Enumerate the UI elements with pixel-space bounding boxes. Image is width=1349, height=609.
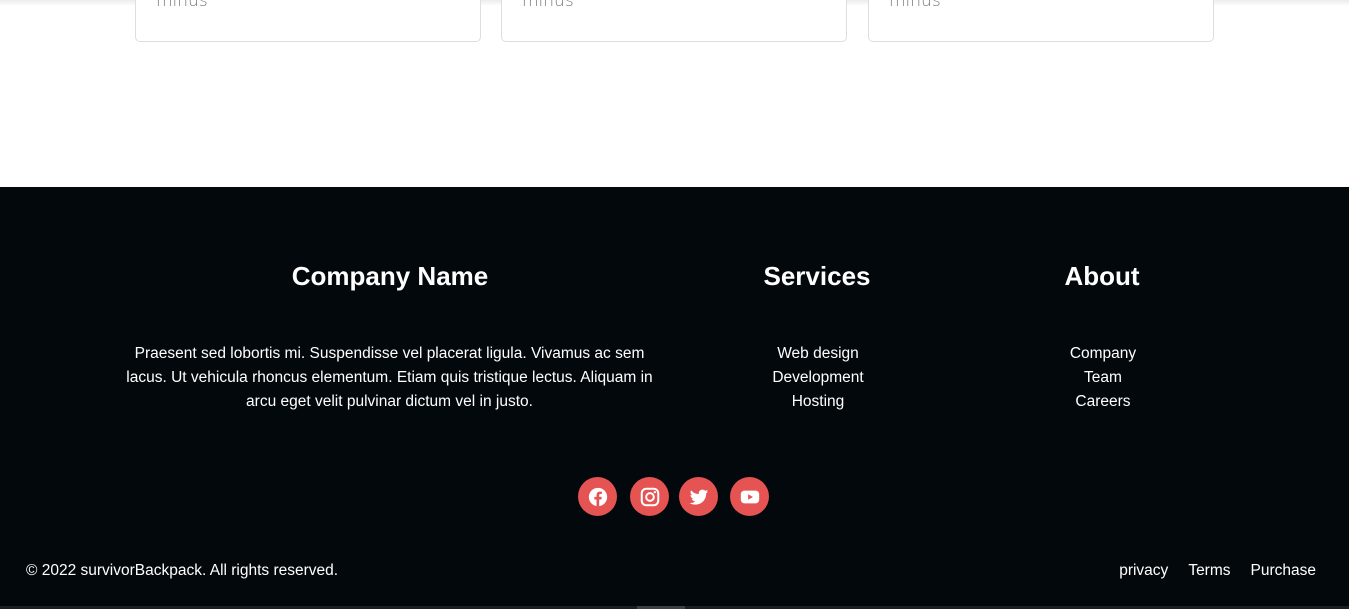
content-section: minus minus minus [0, 0, 1349, 187]
feature-card-1: minus [135, 0, 481, 42]
footer-legal-nav: privacy Terms Purchase [1099, 561, 1316, 581]
services-link-hosting[interactable]: Hosting [718, 390, 918, 414]
site-footer: Company Name Praesent sed lobortis mi. S… [0, 187, 1349, 609]
privacy-link[interactable]: privacy [1119, 561, 1168, 581]
card-text: minus [522, 0, 574, 11]
company-name-heading: Company Name [291, 261, 489, 291]
facebook-icon [588, 487, 607, 506]
about-list: Company Team Careers [1003, 342, 1203, 414]
instagram-icon [640, 487, 659, 506]
card-text: minus [156, 0, 208, 11]
facebook-button[interactable] [578, 477, 617, 516]
youtube-button[interactable] [730, 477, 769, 516]
twitter-button[interactable] [679, 477, 718, 516]
about-link-team[interactable]: Team [1003, 366, 1203, 390]
about-link-company[interactable]: Company [1003, 342, 1203, 366]
purchase-link[interactable]: Purchase [1251, 561, 1316, 581]
services-list: Web design Development Hosting [718, 342, 918, 414]
services-link-web-design[interactable]: Web design [718, 342, 918, 366]
copyright-text: © 2022 survivorBackpack. All rights rese… [26, 562, 339, 579]
youtube-icon [740, 490, 759, 503]
terms-link[interactable]: Terms [1188, 561, 1230, 581]
feature-card-2: minus [501, 0, 847, 42]
services-link-development[interactable]: Development [718, 366, 918, 390]
about-heading: About [1064, 261, 1140, 291]
twitter-icon [689, 489, 708, 505]
card-text: minus [889, 0, 941, 11]
services-heading: Services [763, 261, 871, 291]
about-link-careers[interactable]: Careers [1003, 390, 1203, 414]
company-description: Praesent sed lobortis mi. Suspendisse ve… [126, 345, 653, 410]
social-links [578, 477, 769, 516]
instagram-button[interactable] [630, 477, 669, 516]
feature-card-3: minus [868, 0, 1214, 42]
